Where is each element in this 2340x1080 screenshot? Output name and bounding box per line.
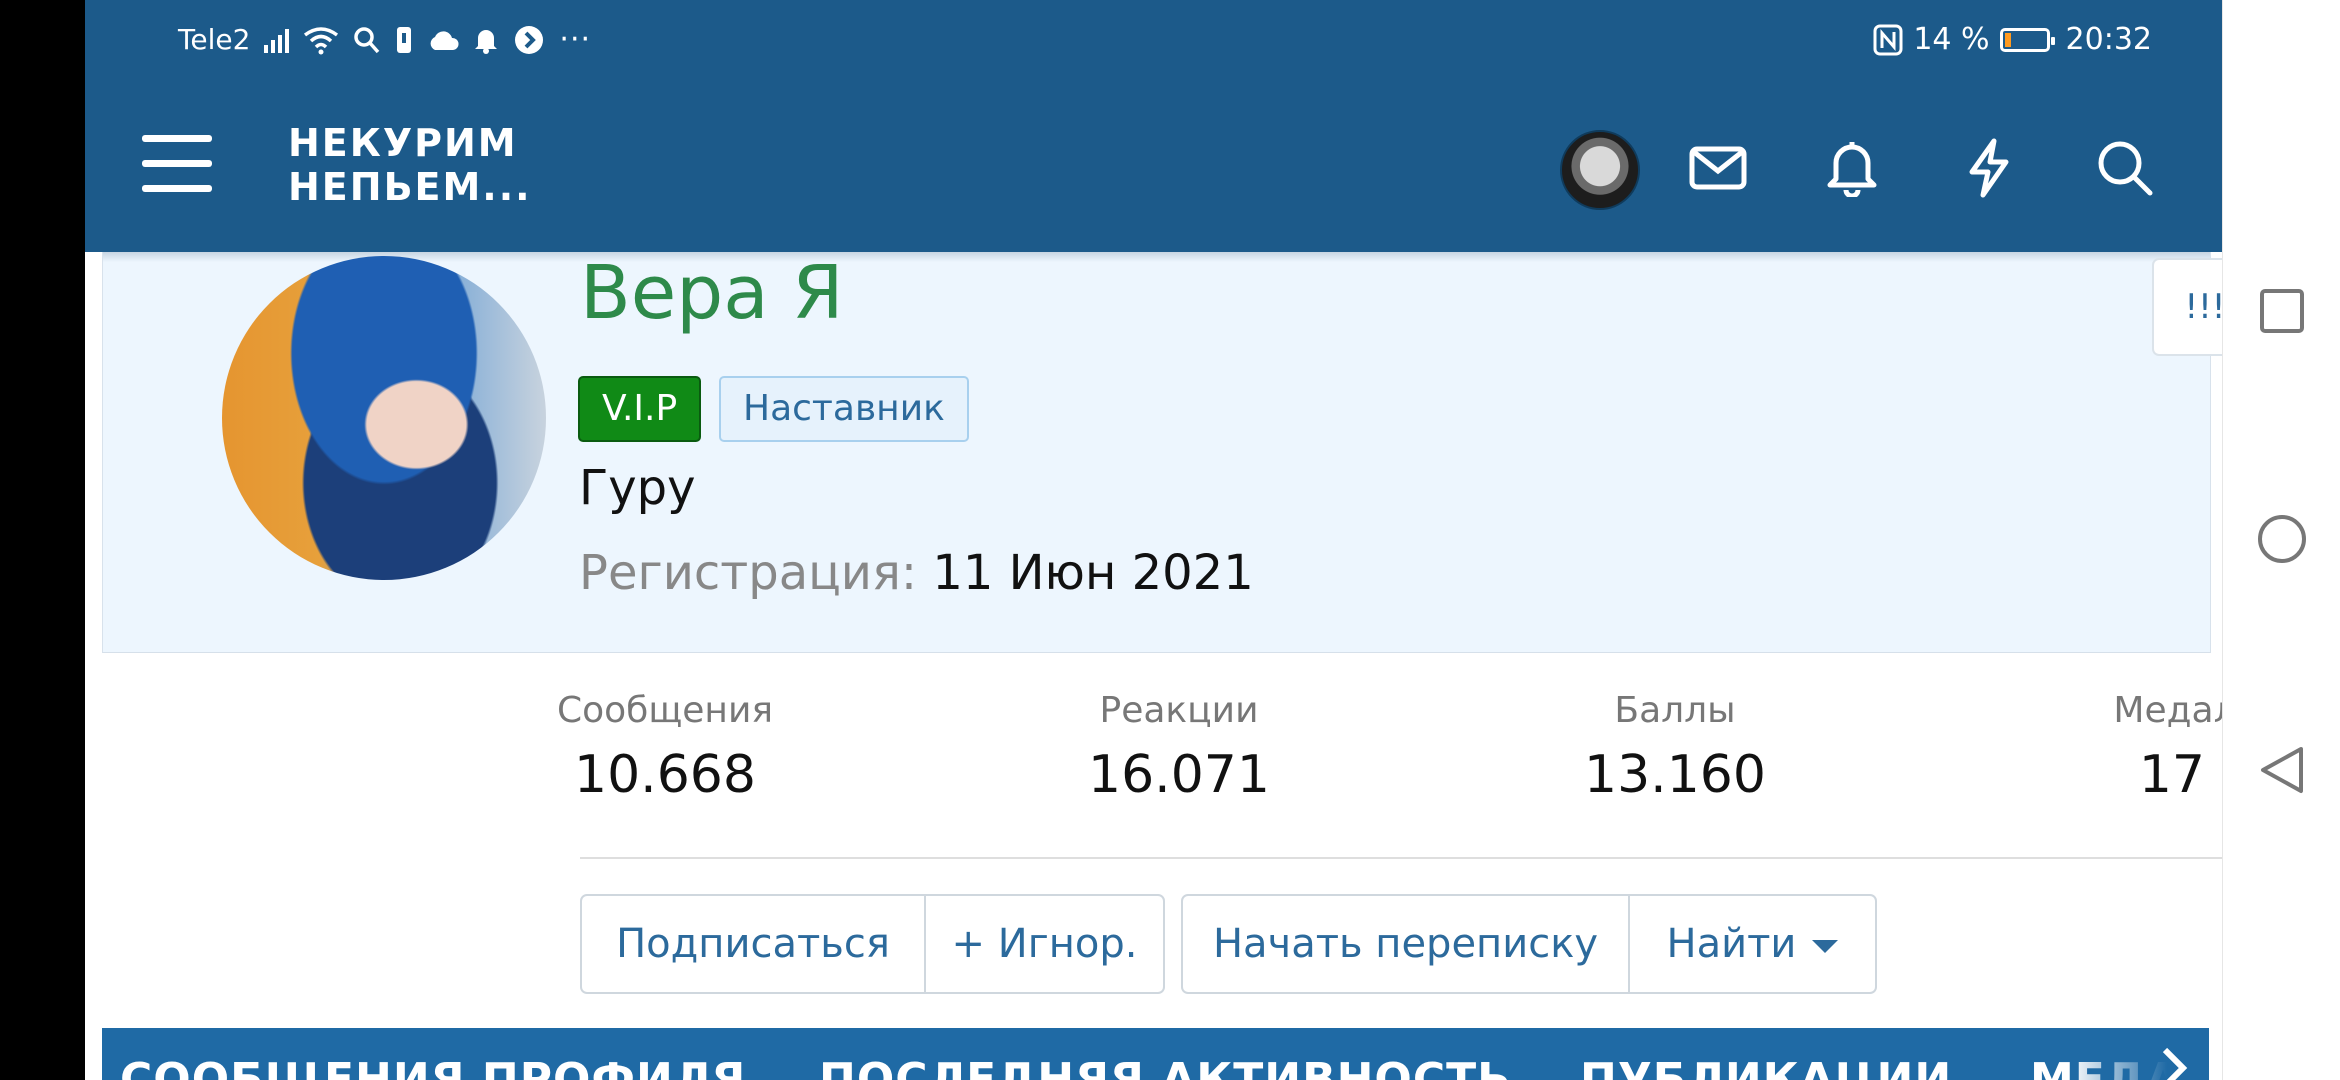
recent-apps-icon[interactable] (2259, 288, 2305, 334)
nfc-icon (1873, 24, 1903, 55)
app-header: НЕКУРИМ НЕПЬЕМ... (85, 86, 2222, 252)
profile-name[interactable]: Вера Я (580, 250, 844, 336)
stat-label: Медали (2113, 690, 2222, 731)
back-icon[interactable] (2259, 745, 2305, 795)
carrier-name: Tele2 (178, 23, 251, 56)
profile-avatar[interactable] (222, 256, 546, 580)
registration-label: Регистрация: (579, 545, 918, 601)
envelope-icon[interactable] (1678, 128, 1758, 208)
search-status-icon (354, 26, 380, 53)
search-icon[interactable] (2085, 128, 2165, 208)
tab-profile-posts[interactable]: СООБЩЕНИЯ ПРОФИЛЯ (120, 1054, 746, 1080)
tab-publications[interactable]: ПУБЛИКАЦИИ (1580, 1054, 1952, 1080)
stat-reactions[interactable]: Реакции 16.071 (1009, 690, 1349, 805)
stat-messages[interactable]: Сообщения 10.668 (495, 690, 835, 805)
stat-medals[interactable]: Медали 17 (2010, 690, 2222, 805)
bell-icon[interactable] (1812, 128, 1892, 208)
more-status-icon: ··· (559, 22, 592, 57)
stat-value: 17 (2138, 745, 2205, 805)
stats-divider (580, 857, 2222, 859)
profile-tabs: СООБЩЕНИЯ ПРОФИЛЯ ПОСЛЕДНЯЯ АКТИВНОСТЬ П… (102, 1028, 2209, 1080)
registration-info: Регистрация: 11 Июн 2021 (579, 545, 1254, 601)
registration-date: 11 Июн 2021 (932, 545, 1254, 601)
signal-icon (264, 27, 290, 53)
stat-label: Сообщения (556, 690, 774, 731)
tab-latest-activity[interactable]: ПОСЛЕДНЯЯ АКТИВНОСТЬ (819, 1054, 1512, 1080)
user-avatar[interactable] (1560, 130, 1640, 210)
screen: Tele2 ··· 14 % 20:32 НЕКУРИМ НЕПЬЕМ... В… (85, 0, 2222, 1080)
menu-icon[interactable] (142, 135, 212, 193)
system-nav-bar (2222, 0, 2340, 1080)
conversation-find-group: Начать переписку Найти (1181, 894, 1877, 994)
stat-label: Реакции (1099, 690, 1259, 731)
more-button[interactable]: !!! (2152, 258, 2222, 356)
phone-notification-icon (397, 26, 412, 53)
play-circle-icon (515, 25, 544, 54)
status-bar: Tele2 ··· 14 % 20:32 (85, 0, 2222, 86)
lightning-icon[interactable] (1949, 128, 2029, 208)
clock: 20:32 (2065, 22, 2152, 57)
stat-value: 13.160 (1584, 745, 1766, 805)
follow-button[interactable]: Подписаться (582, 896, 924, 992)
start-conversation-button[interactable]: Начать переписку (1183, 896, 1628, 992)
left-black-edge (0, 0, 85, 1080)
battery-percent: 14 % (1913, 22, 1990, 57)
bell-status-icon (475, 29, 498, 54)
caret-down-icon (1812, 939, 1839, 953)
find-label: Найти (1666, 921, 1797, 967)
chevron-right-icon[interactable] (2159, 1046, 2189, 1080)
find-button[interactable]: Найти (1628, 896, 1875, 992)
stat-value: 10.668 (574, 745, 756, 805)
mentor-badge: Наставник (719, 376, 969, 442)
ignore-button[interactable]: + Игнор. (924, 896, 1163, 992)
logo-line-1: НЕКУРИМ (288, 121, 518, 165)
stat-value: 16.071 (1088, 745, 1270, 805)
stat-label: Баллы (1614, 690, 1736, 731)
status-left: Tele2 ··· (178, 22, 591, 57)
stat-points[interactable]: Баллы 13.160 (1505, 690, 1845, 805)
follow-ignore-group: Подписаться + Игнор. (580, 894, 1165, 994)
wifi-icon (304, 26, 339, 54)
battery-icon (1999, 27, 2055, 52)
site-logo[interactable]: НЕКУРИМ НЕПЬЕМ... (288, 121, 532, 209)
cloud-icon (431, 30, 459, 50)
status-right: 14 % 20:32 (1873, 22, 2152, 57)
home-icon[interactable] (2257, 514, 2307, 564)
vip-badge: V.I.P (578, 376, 702, 442)
user-rank: Гуру (579, 460, 696, 516)
logo-line-2: НЕПЬЕМ... (288, 165, 532, 209)
